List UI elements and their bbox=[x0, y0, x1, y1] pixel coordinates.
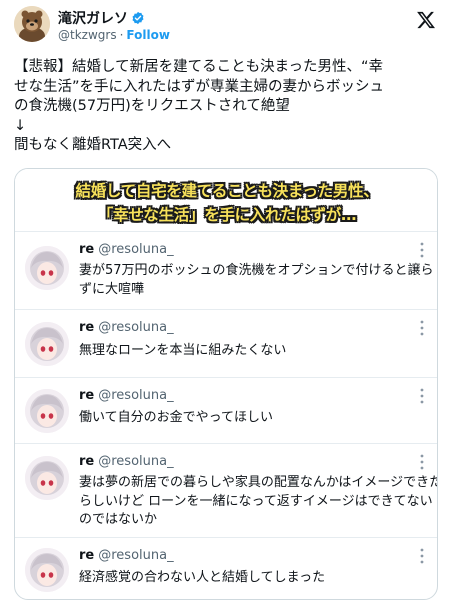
reply-avatar bbox=[25, 322, 69, 366]
reply-header: re @resoluna_ bbox=[79, 388, 174, 403]
more-options-icon bbox=[420, 548, 424, 564]
reply-item: re @resoluna_ 働いて自分のお金でやってほしい bbox=[15, 377, 437, 443]
reply-name: re bbox=[79, 548, 95, 563]
reply-item: re @resoluna_ 経済感覚の合わない人と結婚してしまった bbox=[15, 537, 437, 599]
separator-dot: · bbox=[119, 28, 124, 42]
reply-name: re bbox=[79, 388, 95, 403]
reply-item: re @resoluna_ 妻は夢の新居での暮らしや家具の配置なんかはイメージでき… bbox=[15, 443, 438, 537]
reply-handle: @resoluna_ bbox=[98, 320, 174, 335]
reply-handle: @resoluna_ bbox=[98, 242, 174, 257]
reply-handle: @resoluna_ bbox=[98, 388, 174, 403]
tweet-line: ↓ bbox=[14, 117, 27, 134]
image-banner: 結婚して自宅を建てることも決まった男性、 「幸せな生活」を手に入れたはずが… bbox=[15, 169, 437, 231]
more-options-icon bbox=[420, 454, 424, 470]
reply-header: re @resoluna_ bbox=[79, 454, 174, 469]
more-options-icon bbox=[420, 320, 424, 336]
reply-text: 働いて自分のお金でやってほしい bbox=[79, 409, 429, 428]
reply-avatar bbox=[25, 246, 69, 290]
reply-avatar bbox=[25, 456, 69, 500]
reply-name: re bbox=[79, 242, 95, 257]
reply-line: 妻は夢の新居での暮らしや家具の配置なんかはイメージできた bbox=[79, 475, 438, 490]
tweet-line: の食洗機(57万円)をリクエストされて絶望 bbox=[14, 98, 290, 115]
x-logo-icon[interactable] bbox=[416, 10, 436, 30]
reply-line: のではないか bbox=[79, 512, 158, 527]
author-display-name[interactable]: 滝沢ガレソ bbox=[58, 8, 128, 28]
reply-name: re bbox=[79, 320, 95, 335]
more-options-icon bbox=[420, 242, 424, 258]
banner-line-1: 結婚して自宅を建てることも決まった男性、 bbox=[75, 182, 379, 200]
reply-header: re @resoluna_ bbox=[79, 242, 174, 257]
reply-item: re @resoluna_ 無理なローンを本当に組みたくない bbox=[15, 309, 437, 377]
reply-name: re bbox=[79, 454, 95, 469]
banner-line-2: 「幸せな生活」を手に入れたはずが… bbox=[97, 206, 357, 224]
reply-line: らしいけど ローンを一緒になって返すイメージはできてない bbox=[79, 493, 433, 509]
reply-text: 妻は夢の新居での暮らしや家具の配置なんかはイメージできた らしいけど ローンを一… bbox=[79, 474, 438, 530]
reply-line: 働いて自分のお金でやってほしい bbox=[79, 410, 273, 425]
reply-handle: @resoluna_ bbox=[98, 454, 174, 469]
attached-image[interactable]: 結婚して自宅を建てることも決まった男性、 「幸せな生活」を手に入れたはずが… r… bbox=[14, 168, 438, 600]
author-handle[interactable]: @tkzwgrs bbox=[58, 28, 117, 42]
reply-handle: @resoluna_ bbox=[98, 548, 174, 563]
reply-avatar bbox=[25, 389, 69, 433]
reply-header: re @resoluna_ bbox=[79, 320, 174, 335]
tweet-header: 滝沢ガレソ @tkzwgrs · Follow bbox=[0, 0, 450, 52]
reply-item: re @resoluna_ 妻が57万円のボッシュの食洗機をオプションで付けると譲… bbox=[15, 231, 437, 309]
tweet-line: 【悲報】結婚して新居を建てることも決まった男性、“幸 bbox=[14, 59, 383, 75]
reply-line: 経済感覚の合わない人と結婚してしまった bbox=[79, 570, 326, 585]
reply-text: 無理なローンを本当に組みたくない bbox=[79, 342, 429, 361]
reply-line: 妻が57万円のボッシュの食洗機をオプションで付けると譲ら bbox=[79, 263, 434, 278]
follow-button[interactable]: Follow bbox=[126, 28, 170, 42]
author-handle-row: @tkzwgrs · Follow bbox=[58, 28, 170, 42]
tweet-line: せな生活”を手に入れたはずが専業主婦の妻からボッシュ bbox=[14, 78, 385, 95]
reply-header: re @resoluna_ bbox=[79, 548, 174, 563]
reply-text: 経済感覚の合わない人と結婚してしまった bbox=[79, 569, 429, 588]
more-options-icon bbox=[420, 388, 424, 404]
reply-avatar bbox=[25, 548, 69, 592]
verified-badge-icon bbox=[132, 11, 144, 25]
reply-text: 妻が57万円のボッシュの食洗機をオプションで付けると譲ら ずに大喧嘩 bbox=[79, 262, 434, 299]
tweet-line: 間もなく離婚RTA突入へ bbox=[14, 137, 172, 154]
author-name-row: 滝沢ガレソ bbox=[58, 8, 145, 28]
reply-line: ずに大喧嘩 bbox=[79, 281, 145, 297]
reply-line: 無理なローンを本当に組みたくない bbox=[79, 343, 287, 358]
author-avatar[interactable] bbox=[14, 6, 50, 42]
tweet-text: 【悲報】結婚して新居を建てることも決まった男性、“幸 せな生活”を手に入れたはず… bbox=[14, 58, 438, 156]
